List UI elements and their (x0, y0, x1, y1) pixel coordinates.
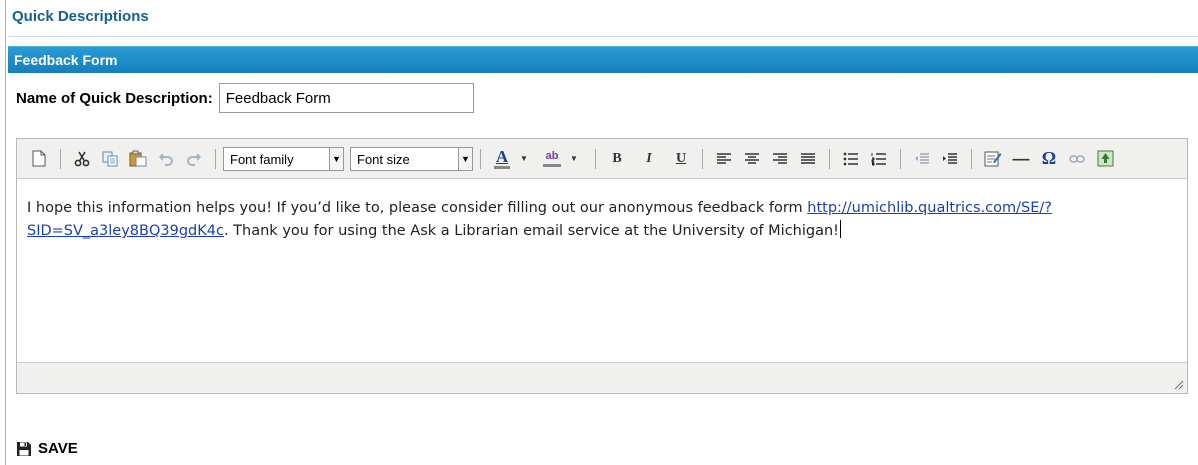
save-label: SAVE (38, 440, 78, 457)
chevron-down-icon[interactable]: ▼ (564, 147, 584, 171)
editor-statusbar (17, 362, 1187, 393)
copy-icon[interactable] (100, 147, 120, 171)
align-justify-icon[interactable] (798, 147, 818, 171)
toolbar-separator (829, 148, 830, 169)
indent-icon[interactable] (940, 147, 960, 171)
numbered-list-icon[interactable] (869, 147, 889, 171)
resize-handle-icon[interactable] (1172, 378, 1184, 390)
undo-icon[interactable] (156, 147, 176, 171)
highlight-icon: ab (545, 150, 559, 162)
save-button[interactable]: SAVE (16, 440, 78, 457)
bold-button[interactable]: B (607, 147, 627, 171)
text-color-icon: A (495, 146, 509, 166)
floppy-disk-icon (16, 441, 32, 457)
toolbar-separator (595, 148, 596, 169)
align-right-icon[interactable] (770, 147, 790, 171)
paste-icon[interactable] (128, 147, 148, 171)
toolbar-separator (702, 148, 703, 169)
font-family-select[interactable]: Font family ▼ (223, 146, 344, 171)
redo-icon[interactable] (184, 147, 204, 171)
toolbar-separator (60, 148, 61, 169)
link-icon[interactable] (1067, 147, 1087, 171)
italic-button[interactable]: I (639, 147, 659, 171)
toolbar-separator (971, 148, 972, 169)
insert-image-icon[interactable] (1095, 147, 1115, 171)
chevron-down-icon: ▼ (458, 147, 472, 170)
chevron-down-icon: ▼ (329, 147, 343, 170)
horizontal-rule-button[interactable]: — (1011, 147, 1031, 171)
form-header: Feedback Form (8, 46, 1198, 73)
editor-content[interactable]: I hope this information helps you! If yo… (17, 179, 1187, 362)
content-text-start: I hope this information helps you! If yo… (27, 200, 808, 216)
new-document-icon[interactable] (29, 147, 49, 171)
align-center-icon[interactable] (742, 147, 762, 171)
text-color-swatch (494, 165, 510, 169)
toolbar-separator (480, 148, 481, 169)
font-family-label: Font family (230, 151, 294, 167)
cut-icon[interactable] (72, 147, 92, 171)
text-cursor (840, 220, 841, 238)
editor-toolbar: Font family ▼ Font size ▼ A ▼ ab ▼ B I U (17, 139, 1187, 179)
name-label: Name of Quick Description: (16, 89, 213, 107)
align-left-icon[interactable] (714, 147, 734, 171)
special-character-button[interactable]: Ω (1039, 147, 1059, 171)
outdent-icon[interactable] (912, 147, 932, 171)
name-input[interactable] (218, 83, 474, 113)
font-size-label: Font size (357, 151, 410, 167)
content-text-end: . Thank you for using the Ask a Libraria… (223, 223, 839, 239)
panel-title: Quick Descriptions (8, 0, 1198, 37)
edit-html-icon[interactable] (983, 147, 1003, 171)
toolbar-separator (900, 148, 901, 169)
left-border (0, 0, 6, 465)
name-row: Name of Quick Description: (16, 82, 474, 114)
bullet-list-icon[interactable] (841, 147, 861, 171)
underline-button[interactable]: U (671, 147, 691, 171)
rich-text-editor: Font family ▼ Font size ▼ A ▼ ab ▼ B I U (16, 138, 1188, 394)
chevron-down-icon[interactable]: ▼ (514, 147, 534, 171)
highlight-color-button[interactable]: ab (542, 147, 562, 171)
highlight-color-swatch (543, 164, 561, 167)
toolbar-separator (215, 148, 216, 169)
text-color-button[interactable]: A (492, 147, 512, 171)
font-size-select[interactable]: Font size ▼ (350, 146, 473, 171)
